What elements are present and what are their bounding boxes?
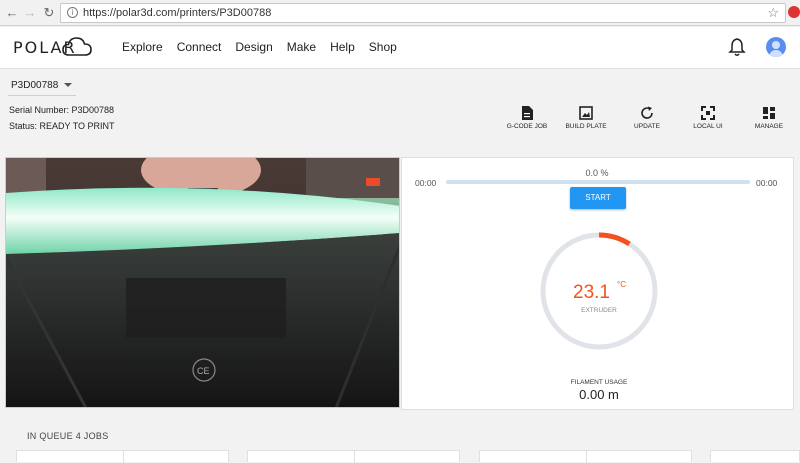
manage-label: MANAGE bbox=[754, 123, 784, 130]
extension-icon[interactable] bbox=[788, 6, 800, 18]
elapsed-time: 00:00 bbox=[415, 178, 437, 188]
progress-percent: 0.0 % bbox=[585, 168, 609, 178]
fullscreen-icon bbox=[701, 106, 715, 120]
back-arrow-icon[interactable]: ← bbox=[3, 4, 21, 22]
main-nav: Explore Connect Design Make Help Shop bbox=[122, 40, 411, 54]
extruder-label: EXTRUDER bbox=[581, 307, 617, 314]
url-text: https://polar3d.com/printers/P3D00788 bbox=[83, 7, 272, 19]
filament-usage-label: FILAMENT USAGE bbox=[570, 379, 628, 386]
remaining-time: 00:00 bbox=[756, 178, 778, 188]
local-ui-label: LOCAL UI bbox=[693, 123, 723, 130]
build-plate-label: BUILD PLATE bbox=[565, 123, 607, 130]
nav-explore[interactable]: Explore bbox=[122, 40, 163, 54]
filament-usage-value: 0.00 m bbox=[579, 387, 619, 402]
update-label: UPDATE bbox=[634, 123, 660, 130]
browser-toolbar: ← → ↻ i https://polar3d.com/printers/P3D… bbox=[0, 0, 800, 26]
print-control-panel: 00:00 0.0 % 00:00 START 23.1 °C EXTRUDER… bbox=[401, 157, 794, 410]
chevron-down-icon bbox=[64, 83, 72, 87]
user-avatar[interactable] bbox=[766, 37, 786, 57]
app-header: POLAR Explore Connect Design Make Help S… bbox=[0, 27, 800, 69]
queue-job-card[interactable] bbox=[16, 450, 229, 463]
manage-button[interactable]: MANAGE bbox=[739, 106, 799, 130]
progress-bar bbox=[446, 180, 750, 184]
start-button[interactable]: START bbox=[570, 187, 626, 209]
nav-design[interactable]: Design bbox=[235, 40, 272, 54]
queue-job-card[interactable] bbox=[479, 450, 692, 463]
printer-select[interactable]: P3D00788 bbox=[8, 78, 76, 96]
printer-select-value: P3D00788 bbox=[11, 80, 59, 91]
build-plate-button[interactable]: BUILD PLATE bbox=[556, 106, 616, 130]
forward-arrow-icon[interactable]: → bbox=[21, 4, 39, 22]
printer-status: Status: READY TO PRINT bbox=[9, 121, 115, 131]
address-bar[interactable]: i https://polar3d.com/printers/P3D00788 … bbox=[60, 3, 786, 23]
dashboard-icon bbox=[763, 107, 775, 119]
queue-job-card[interactable] bbox=[710, 450, 800, 462]
nav-make[interactable]: Make bbox=[287, 40, 316, 54]
image-frame-icon bbox=[579, 106, 593, 120]
extruder-temperature: 23.1 bbox=[573, 282, 610, 303]
gcode-job-button[interactable]: G-CODE JOB bbox=[497, 106, 557, 130]
reload-icon[interactable]: ↻ bbox=[40, 4, 58, 22]
refresh-icon bbox=[641, 106, 653, 119]
nav-connect[interactable]: Connect bbox=[177, 40, 222, 54]
logo-cloud-icon[interactable] bbox=[62, 36, 92, 58]
serial-number: Serial Number: P3D00788 bbox=[9, 105, 115, 115]
local-ui-button[interactable]: LOCAL UI bbox=[678, 106, 738, 130]
camera-feed: CE bbox=[5, 157, 400, 408]
temperature-gauge-arc bbox=[598, 232, 631, 247]
bell-icon[interactable] bbox=[728, 37, 746, 57]
svg-text:CE: CE bbox=[197, 366, 210, 376]
nav-help[interactable]: Help bbox=[330, 40, 355, 54]
queue-job-card[interactable] bbox=[247, 450, 460, 463]
nav-shop[interactable]: Shop bbox=[369, 40, 397, 54]
queue-title: IN QUEUE 4 JOBS bbox=[27, 431, 109, 441]
info-icon[interactable]: i bbox=[67, 7, 78, 18]
temperature-unit: °C bbox=[617, 280, 626, 289]
document-icon bbox=[522, 106, 533, 120]
update-button[interactable]: UPDATE bbox=[617, 106, 677, 130]
gcode-job-label: G-CODE JOB bbox=[506, 123, 548, 130]
bookmark-star-icon[interactable]: ☆ bbox=[767, 4, 779, 22]
camera-image: CE bbox=[6, 158, 399, 407]
